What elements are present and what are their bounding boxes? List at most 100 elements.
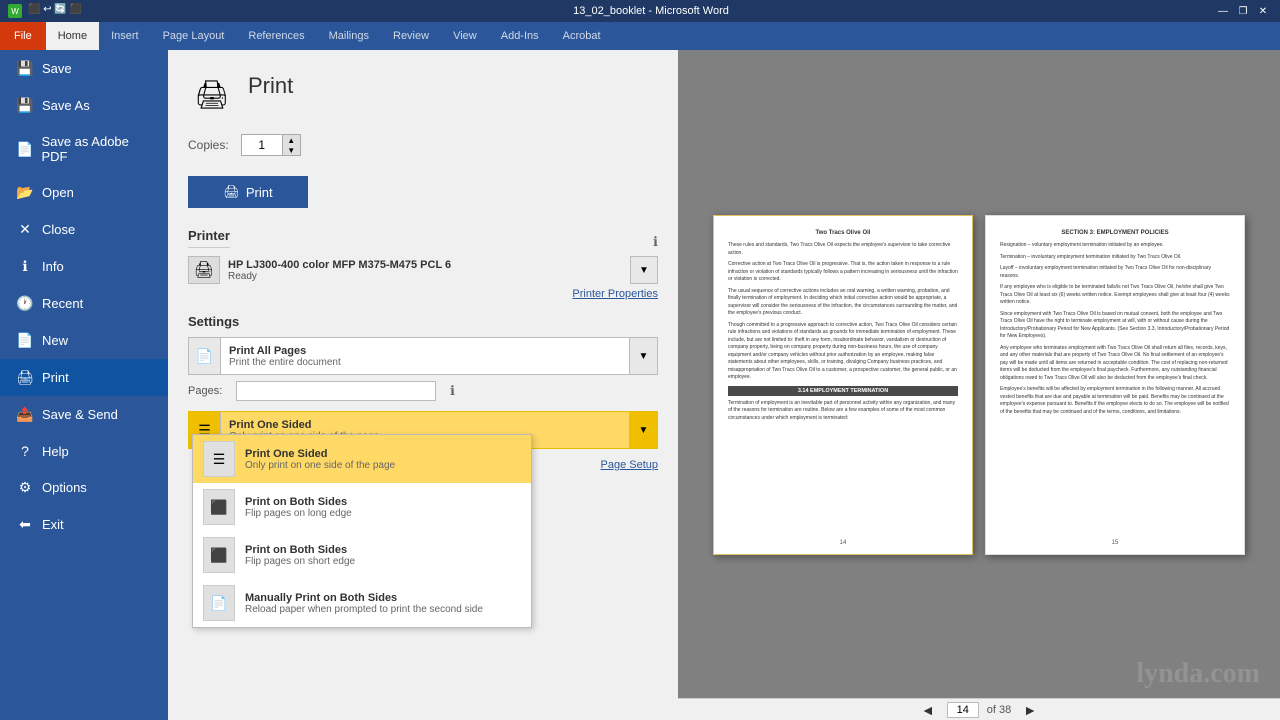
sidebar-item-help[interactable]: ? Help bbox=[0, 433, 168, 469]
sidebar-label-save-as: Save As bbox=[42, 98, 90, 113]
title-bar: W ⬛ ↩ 🔄 ⬛ 13_02_booklet - Microsoft Word… bbox=[0, 0, 1280, 22]
sidebar-label-exit: Exit bbox=[42, 517, 64, 532]
settings-label: Settings bbox=[188, 314, 658, 329]
close-button[interactable]: ✕ bbox=[1254, 3, 1272, 19]
sidebar-label-save-pdf: Save as Adobe PDF bbox=[41, 134, 152, 164]
recent-icon: 🕐 bbox=[16, 295, 34, 312]
minimize-button[interactable]: — bbox=[1214, 3, 1232, 19]
dropdown-option-manually-both[interactable]: 📄 Manually Print on Both Sides Reload pa… bbox=[193, 579, 531, 627]
preview-right-text-6: Any employee who terminates employment w… bbox=[1000, 345, 1230, 383]
preview-right-text-3: Layoff – involuntary employment terminat… bbox=[1000, 265, 1230, 280]
sidebar-item-save[interactable]: 💾 Save bbox=[0, 50, 168, 87]
tab-add-ins[interactable]: Add-Ins bbox=[489, 22, 551, 50]
sidebar-item-info[interactable]: ℹ Info bbox=[0, 248, 168, 285]
both-short-icon: ⬛ bbox=[203, 537, 235, 573]
both-short-text: Print on Both Sides Flip pages on short … bbox=[245, 544, 355, 567]
tab-insert[interactable]: Insert bbox=[99, 22, 151, 50]
preview-left-text-4: Though committed to a progressive approa… bbox=[728, 322, 958, 382]
print-all-pages-icon: 📄 bbox=[189, 338, 221, 374]
restore-button[interactable]: ❐ bbox=[1234, 3, 1252, 19]
print-sided-arrow[interactable]: ▼ bbox=[629, 412, 657, 448]
printer-name: HP LJ300-400 color MFP M375-M475 PCL 6 bbox=[228, 259, 451, 271]
sidebar-label-options: Options bbox=[42, 480, 87, 495]
sidebar-item-exit[interactable]: ⬅ Exit bbox=[0, 506, 168, 543]
nav-prev-button[interactable]: ◄ bbox=[917, 702, 939, 718]
copies-row: Copies: 1 ▲ ▼ bbox=[188, 134, 658, 156]
tab-mailings[interactable]: Mailings bbox=[317, 22, 381, 50]
print-all-pages-row: 📄 Print All Pages Print the entire docum… bbox=[188, 337, 658, 375]
save-as-icon: 💾 bbox=[16, 97, 34, 114]
print-panel-title: Print bbox=[248, 73, 293, 99]
tab-view[interactable]: View bbox=[441, 22, 489, 50]
sidebar-label-save: Save bbox=[42, 61, 72, 76]
tab-home[interactable]: Home bbox=[46, 22, 99, 50]
copies-up-button[interactable]: ▲ bbox=[282, 135, 300, 145]
nav-page-input[interactable] bbox=[947, 702, 979, 718]
dropdown-option-both-long[interactable]: ⬛ Print on Both Sides Flip pages on long… bbox=[193, 483, 531, 531]
ribbon-tabs-bar: File Home Insert Page Layout References … bbox=[0, 22, 1280, 50]
tab-references[interactable]: References bbox=[236, 22, 316, 50]
printer-properties-link[interactable]: Printer Properties bbox=[188, 288, 658, 300]
pages-info-icon[interactable]: ℹ bbox=[450, 383, 455, 399]
tab-file[interactable]: File bbox=[0, 22, 46, 50]
print-sided-main: Print One Sided bbox=[229, 419, 621, 431]
print-button-icon: 🖨 bbox=[223, 184, 240, 200]
printer-dropdown-arrow[interactable]: ▼ bbox=[630, 256, 658, 284]
sidebar-item-print[interactable]: 🖨 Print bbox=[0, 359, 168, 396]
print-btn-row: 🖨 Print bbox=[188, 176, 658, 208]
options-icon: ⚙ bbox=[16, 479, 34, 496]
both-long-main: Print on Both Sides bbox=[245, 496, 352, 508]
copies-input[interactable]: 1 bbox=[242, 135, 282, 155]
dropdown-option-both-short[interactable]: ⬛ Print on Both Sides Flip pages on shor… bbox=[193, 531, 531, 579]
tab-acrobat[interactable]: Acrobat bbox=[551, 22, 613, 50]
both-long-icon: ⬛ bbox=[203, 489, 235, 525]
preview-left-text-3: The usual sequence of corrective actions… bbox=[728, 288, 958, 318]
sidebar-label-print: Print bbox=[42, 370, 69, 385]
sidebar-item-new[interactable]: 📄 New bbox=[0, 322, 168, 359]
sidebar-item-recent[interactable]: 🕐 Recent bbox=[0, 285, 168, 322]
printer-row: 🖨 HP LJ300-400 color MFP M375-M475 PCL 6… bbox=[188, 256, 658, 284]
both-short-main: Print on Both Sides bbox=[245, 544, 355, 556]
sidebar-label-info: Info bbox=[42, 259, 64, 274]
both-long-text: Print on Both Sides Flip pages on long e… bbox=[245, 496, 352, 519]
sidebar-item-save-as[interactable]: 💾 Save As bbox=[0, 87, 168, 124]
printer-status: Ready bbox=[228, 271, 451, 282]
printer-device-icon: 🖨 bbox=[188, 256, 220, 284]
preview-page-left-number: 14 bbox=[840, 540, 847, 546]
print-icon: 🖨 bbox=[16, 369, 34, 386]
open-icon: 📂 bbox=[16, 184, 34, 201]
help-icon: ? bbox=[16, 443, 34, 459]
both-long-sub: Flip pages on long edge bbox=[245, 508, 352, 519]
preview-right-text-7: Employee's benefits will be affected by … bbox=[1000, 386, 1230, 416]
tab-review[interactable]: Review bbox=[381, 22, 441, 50]
dropdown-option-one-sided[interactable]: ☰ Print One Sided Only print on one side… bbox=[193, 435, 531, 483]
print-all-pages-dropdown[interactable]: 📄 Print All Pages Print the entire docum… bbox=[188, 337, 658, 375]
sidebar-item-open[interactable]: 📂 Open bbox=[0, 174, 168, 211]
close-icon: ✕ bbox=[16, 221, 34, 238]
sidebar-item-save-send[interactable]: 📤 Save & Send bbox=[0, 396, 168, 433]
printer-info-icon[interactable]: ℹ bbox=[653, 234, 658, 250]
copies-down-button[interactable]: ▼ bbox=[282, 145, 300, 155]
print-all-pages-arrow[interactable]: ▼ bbox=[629, 338, 657, 374]
printer-info: 🖨 HP LJ300-400 color MFP M375-M475 PCL 6… bbox=[188, 256, 451, 284]
print-all-pages-text: Print All Pages Print the entire documen… bbox=[221, 341, 629, 372]
preview-right-title: SECTION 3: EMPLOYMENT POLICIES bbox=[1000, 230, 1230, 236]
sidebar-item-close[interactable]: ✕ Close bbox=[0, 211, 168, 248]
manually-both-main: Manually Print on Both Sides bbox=[245, 592, 483, 604]
preview-left-text-5: Termination of employment is an inevitab… bbox=[728, 400, 958, 423]
print-button[interactable]: 🖨 Print bbox=[188, 176, 308, 208]
copies-spinner[interactable]: 1 ▲ ▼ bbox=[241, 134, 301, 156]
pages-input[interactable] bbox=[236, 381, 436, 401]
nav-next-button[interactable]: ► bbox=[1019, 702, 1041, 718]
sidebar-label-close: Close bbox=[42, 222, 75, 237]
preview-left-text-1: These rules and standards, Two Tracs Oli… bbox=[728, 242, 958, 257]
preview-right-text-1: Resignation – voluntary employment termi… bbox=[1000, 242, 1230, 250]
tab-page-layout[interactable]: Page Layout bbox=[151, 22, 237, 50]
sidebar-item-options[interactable]: ⚙ Options bbox=[0, 469, 168, 506]
print-all-pages-sub: Print the entire document bbox=[229, 357, 621, 368]
save-icon: 💾 bbox=[16, 60, 34, 77]
printer-section-label: Printer bbox=[188, 228, 230, 248]
sidebar-item-save-pdf[interactable]: 📄 Save as Adobe PDF bbox=[0, 124, 168, 174]
print-panel-icon: 🖨 bbox=[188, 70, 236, 118]
navigation-bar: ◄ of 38 ► bbox=[678, 698, 1280, 720]
